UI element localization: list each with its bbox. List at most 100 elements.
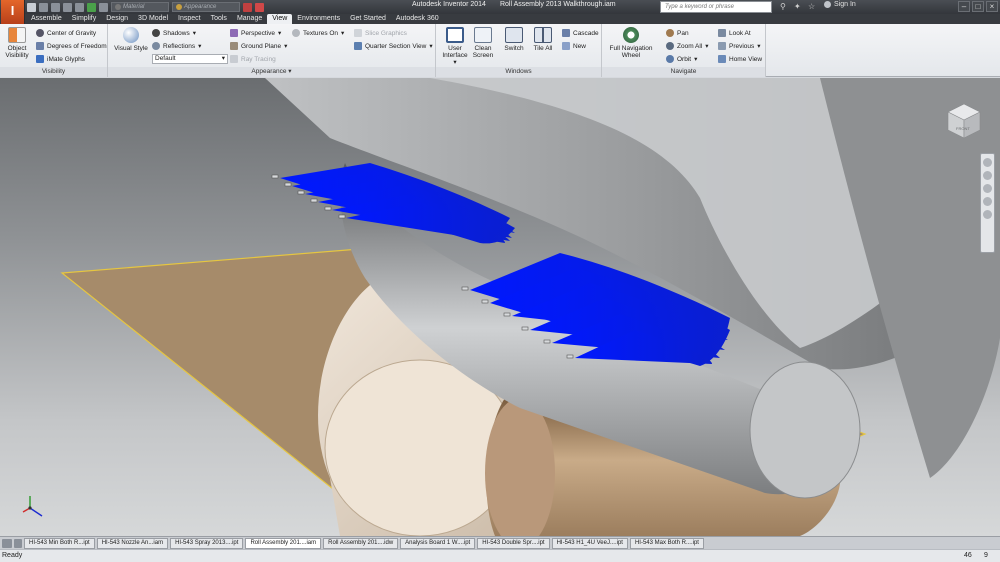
degrees-of-freedom-button[interactable]: Degrees of Freedom xyxy=(36,41,107,51)
document-tab[interactable]: HI-543 Double Spr....ipt xyxy=(477,537,550,549)
tab-get-started[interactable]: Get Started xyxy=(345,14,391,24)
open-icon[interactable] xyxy=(39,2,48,12)
orbit-button[interactable]: Orbit ▾ xyxy=(666,54,697,64)
visibility-panel-title: Visibility xyxy=(0,67,107,77)
document-tab[interactable]: HI-543 Nozzle An...iam xyxy=(96,537,169,549)
document-tab[interactable]: Roll Assembly 201....idw xyxy=(323,537,399,549)
sign-in-button[interactable]: Sign In xyxy=(824,1,856,8)
z-axis-icon xyxy=(29,507,43,517)
document-tab[interactable]: HI-543 Min Both R...ipt xyxy=(24,537,95,549)
switch-button[interactable]: Switch xyxy=(502,27,526,52)
navigate-panel: Full Navigation Wheel Pan Zoom All ▾ Orbi… xyxy=(602,24,766,77)
tab-view[interactable]: View xyxy=(267,14,293,24)
save-icon[interactable] xyxy=(51,2,60,12)
steering-wheel-icon[interactable] xyxy=(983,158,992,167)
assembly-model xyxy=(60,78,1000,536)
home-view-button[interactable]: Home View xyxy=(718,54,762,64)
tab-autodesk-360[interactable]: Autodesk 360 xyxy=(391,14,444,24)
inventor-logo-icon[interactable]: I xyxy=(1,0,25,24)
look-at-icon[interactable] xyxy=(983,210,992,219)
zoom-all-button[interactable]: Zoom All ▾ xyxy=(666,41,709,51)
occurrence-count: 46 xyxy=(964,552,972,559)
tab-simplify[interactable]: Simplify xyxy=(67,14,102,24)
visual-style-button[interactable]: Visual Style xyxy=(114,27,148,52)
zoom-icon[interactable] xyxy=(983,184,992,193)
document-tab[interactable]: Analysis Board 1 W....ipt xyxy=(400,537,476,549)
chevron-down-icon: ▾ xyxy=(341,30,345,37)
pan-button[interactable]: Pan xyxy=(666,28,689,38)
pan-icon[interactable] xyxy=(983,171,992,180)
shadows-button[interactable]: Shadows ▾ xyxy=(152,28,196,38)
select-icon[interactable] xyxy=(99,2,108,12)
document-tab[interactable]: HI-543 Spray 2013....ipt xyxy=(170,537,244,549)
chevron-down-icon[interactable]: ▾ xyxy=(288,68,291,75)
new-window-button[interactable]: New xyxy=(562,41,586,51)
full-navigation-wheel-button[interactable]: Full Navigation Wheel xyxy=(606,27,656,59)
tab-design[interactable]: Design xyxy=(101,14,133,24)
cascade-icon xyxy=(562,29,570,37)
orbit-icon[interactable] xyxy=(983,197,992,206)
maximize-icon[interactable]: □ xyxy=(972,1,984,12)
textures-on-button[interactable]: Textures On ▾ xyxy=(292,28,344,38)
tab-list-icon[interactable] xyxy=(2,538,12,548)
hand-icon xyxy=(666,29,674,37)
tab-assemble[interactable]: Assemble xyxy=(26,14,67,24)
viewcube[interactable]: FRONT xyxy=(944,100,984,140)
reflections-icon xyxy=(152,42,160,50)
document-title: Roll Assembly 2013 Walkthrough.iam xyxy=(499,1,616,8)
appearance-swatch-icon xyxy=(176,4,182,10)
undo-icon[interactable] xyxy=(63,2,72,12)
window-controls: – □ × xyxy=(958,1,998,12)
document-tab[interactable]: Roll Assembly 201....iam xyxy=(245,537,322,549)
document-tab[interactable]: HI-543 Max Both R....ipt xyxy=(629,537,704,549)
new-file-icon[interactable] xyxy=(27,2,36,12)
appearance-combo[interactable]: Appearance xyxy=(172,2,240,12)
window-title: Autodesk Inventor 2014 Roll Assembly 2013… xyxy=(412,1,630,8)
slice-graphics-button[interactable]: Slice Graphics xyxy=(354,28,407,38)
imate-glyphs-button[interactable]: iMate Glyphs xyxy=(36,54,85,64)
tab-scroll-icon[interactable] xyxy=(14,538,22,548)
graphics-viewport[interactable]: FRONT xyxy=(0,78,1000,536)
minimize-icon[interactable]: – xyxy=(958,1,970,12)
shadows-icon xyxy=(152,29,160,37)
quarter-section-view-button[interactable]: Quarter Section View ▾ xyxy=(354,41,433,51)
tile-all-button[interactable]: Tile All xyxy=(530,27,556,52)
user-interface-button[interactable]: User Interface ▾ xyxy=(440,27,470,66)
tab-3d-model[interactable]: 3D Model xyxy=(133,14,173,24)
chevron-down-icon: ▾ xyxy=(221,55,225,62)
previous-view-button[interactable]: Previous ▾ xyxy=(718,41,761,51)
center-of-gravity-button[interactable]: Center of Gravity xyxy=(36,28,96,38)
tab-tools[interactable]: Tools xyxy=(206,14,232,24)
material-combo[interactable]: Material xyxy=(111,2,169,12)
navigation-bar[interactable] xyxy=(980,153,995,253)
tab-manage[interactable]: Manage xyxy=(232,14,267,24)
adjust-icon[interactable] xyxy=(255,2,264,12)
reflections-button[interactable]: Reflections ▾ xyxy=(152,41,201,51)
search-input[interactable]: Type a keyword or phrase xyxy=(660,1,772,13)
degrees-of-freedom-icon xyxy=(36,42,44,50)
cascade-button[interactable]: Cascade xyxy=(562,28,599,38)
object-visibility-button[interactable]: Object Visibility xyxy=(4,27,30,59)
clean-screen-button[interactable]: Clean Screen xyxy=(470,27,496,59)
perspective-button[interactable]: Perspective ▾ xyxy=(230,28,281,38)
binoculars-icon[interactable]: ⚲ xyxy=(780,2,788,11)
return-icon[interactable] xyxy=(87,2,96,12)
visual-style-select[interactable]: Default ▾ xyxy=(152,54,228,64)
tab-inspect[interactable]: Inspect xyxy=(173,14,206,24)
open-document-count: 9 xyxy=(984,552,988,559)
redo-icon[interactable] xyxy=(75,2,84,12)
ray-tracing-button[interactable]: Ray Tracing xyxy=(230,54,276,64)
communication-icon[interactable]: ☆ xyxy=(808,2,816,11)
title-bar: I Material Appearance Autodesk Inventor … xyxy=(0,0,1000,24)
document-tab[interactable]: HI-543 H1_4U VeeJ....ipt xyxy=(551,537,628,549)
look-at-button[interactable]: Look At xyxy=(718,28,751,38)
chevron-down-icon: ▾ xyxy=(453,59,457,66)
title-icons: ⚲ ✦ ☆ xyxy=(780,2,816,11)
ground-plane-button[interactable]: Ground Plane ▾ xyxy=(230,41,287,51)
perspective-icon xyxy=(230,29,238,37)
appearance-panel-title: Appearance ▾ xyxy=(108,67,435,77)
close-icon[interactable]: × xyxy=(986,1,998,12)
tab-environments[interactable]: Environments xyxy=(292,14,345,24)
clear-appearance-icon[interactable] xyxy=(243,2,252,12)
subscription-icon[interactable]: ✦ xyxy=(794,2,802,11)
